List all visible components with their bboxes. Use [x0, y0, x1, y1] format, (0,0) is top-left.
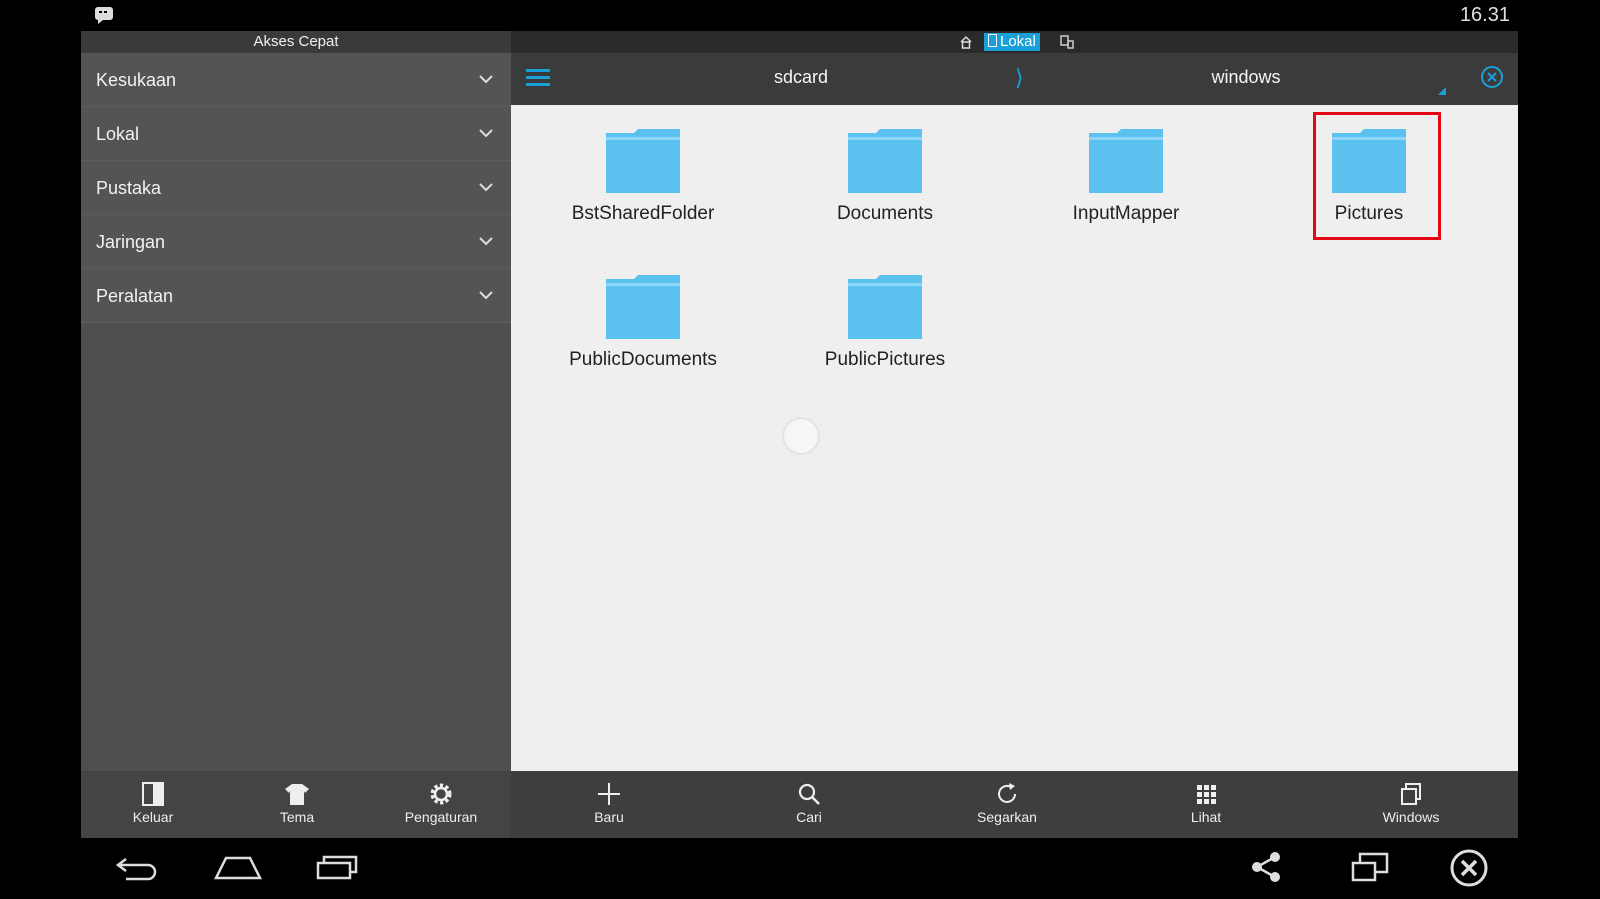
breadcrumb-sdcard[interactable]: sdcard: [741, 67, 861, 88]
exit-button[interactable]: Keluar: [101, 771, 205, 838]
view-label: Lihat: [1190, 809, 1222, 825]
status-clock: 16.31: [1459, 4, 1510, 26]
exit-icon: [142, 782, 164, 806]
chevron-down-icon[interactable]: [479, 180, 493, 194]
folder-name: PublicDocuments: [569, 349, 717, 370]
drawer-item-jaringan[interactable]: Jaringan: [81, 215, 511, 269]
loading-spinner: [784, 419, 818, 453]
search-button[interactable]: Cari: [761, 771, 857, 838]
view-button[interactable]: Lihat: [1156, 771, 1256, 838]
breadcrumb-windows[interactable]: windows: [1166, 67, 1326, 88]
folder-name: BstSharedFolder: [571, 203, 715, 224]
dropdown-corner-icon[interactable]: [1438, 87, 1446, 95]
selection-highlight-box: [1313, 112, 1441, 240]
chevron-down-icon[interactable]: [479, 72, 493, 86]
menu-icon[interactable]: [526, 67, 550, 89]
folder-icon: [1089, 129, 1163, 193]
drawer-item-lokal[interactable]: Lokal: [81, 107, 511, 161]
settings-label: Pengaturan: [404, 809, 478, 825]
shirt-icon: [285, 784, 309, 805]
folder-icon: [606, 129, 680, 193]
drawer-item-kesukaan[interactable]: Kesukaan: [81, 53, 511, 107]
drawer-item-label: Lokal: [96, 124, 140, 144]
refresh-icon: [998, 783, 1016, 803]
drawer-item-peralatan[interactable]: Peralatan: [81, 269, 511, 323]
folder-name: InputMapper: [1072, 203, 1180, 224]
network-icon[interactable]: [1059, 34, 1075, 50]
new-button[interactable]: Baru: [561, 771, 657, 838]
plus-icon: [598, 783, 620, 805]
tab-lokal-label: Lokal: [1000, 33, 1036, 50]
folder-item[interactable]: Documents: [775, 127, 995, 225]
home-icon[interactable]: [959, 35, 973, 49]
breadcrumb-separator: ⟩: [1015, 65, 1024, 90]
folder-item[interactable]: InputMapper: [1016, 127, 1236, 225]
close-icon[interactable]: [1480, 65, 1504, 89]
refresh-button[interactable]: Segarkan: [952, 771, 1062, 838]
close-app-icon[interactable]: [1449, 848, 1489, 888]
path-bar: sdcard ⟩ windows: [511, 53, 1518, 105]
chevron-down-icon[interactable]: [479, 234, 493, 248]
drawer-item-label: Jaringan: [96, 232, 166, 252]
gear-icon: [430, 783, 452, 805]
drawer-item-pustaka[interactable]: Pustaka: [81, 161, 511, 215]
screen-rotate-icon[interactable]: [1350, 851, 1390, 883]
drawer-item-label: Kesukaan: [96, 70, 177, 90]
drawer-item-label: Peralatan: [96, 286, 174, 306]
folder-icon: [848, 275, 922, 339]
windows-label: Windows: [1382, 809, 1440, 825]
phone-icon: [988, 34, 997, 47]
quick-access-drawer: Akses Cepat Kesukaan Lokal Pustaka Jarin…: [81, 31, 511, 838]
folder-item[interactable]: BstSharedFolder: [533, 127, 753, 225]
folder-item[interactable]: PublicDocuments: [533, 273, 753, 371]
folder-icon: [606, 275, 680, 339]
refresh-label: Segarkan: [977, 809, 1037, 825]
status-bar: 16.31: [0, 0, 1600, 31]
new-label: Baru: [594, 809, 624, 825]
exit-label: Keluar: [132, 809, 174, 825]
folder-icon: [848, 129, 922, 193]
android-nav-bar: [0, 838, 1600, 899]
theme-button[interactable]: Tema: [245, 771, 349, 838]
tab-lokal[interactable]: Lokal: [984, 33, 1040, 51]
folder-name: PublicPictures: [824, 349, 946, 370]
grid-view-icon: [1197, 785, 1216, 804]
search-icon: [798, 783, 820, 805]
settings-button[interactable]: Pengaturan: [385, 771, 497, 838]
drawer-footer: Keluar Tema Pengaturan: [81, 771, 511, 838]
windows-button[interactable]: Windows: [1356, 771, 1466, 838]
theme-label: Tema: [279, 809, 315, 825]
folder-name: Documents: [836, 203, 934, 224]
location-bar: Lokal: [511, 31, 1518, 53]
drawer-title: Akses Cepat: [81, 31, 511, 53]
back-icon[interactable]: [114, 853, 160, 883]
search-label: Cari: [796, 809, 822, 825]
windows-stack-icon: [1401, 783, 1421, 805]
bottom-toolbar: Baru Cari Segarkan Lihat Windows: [511, 771, 1518, 838]
drawer-item-label: Pustaka: [96, 178, 162, 198]
home-nav-icon[interactable]: [213, 852, 263, 882]
drawer-list: Kesukaan Lokal Pustaka Jaringan Peralata…: [81, 53, 511, 323]
chat-notification-icon: [95, 7, 113, 24]
chevron-down-icon[interactable]: [479, 126, 493, 140]
folder-item[interactable]: PublicPictures: [775, 273, 995, 371]
recent-apps-icon[interactable]: [315, 852, 361, 882]
share-icon[interactable]: [1249, 850, 1283, 884]
chevron-down-icon[interactable]: [479, 288, 493, 302]
